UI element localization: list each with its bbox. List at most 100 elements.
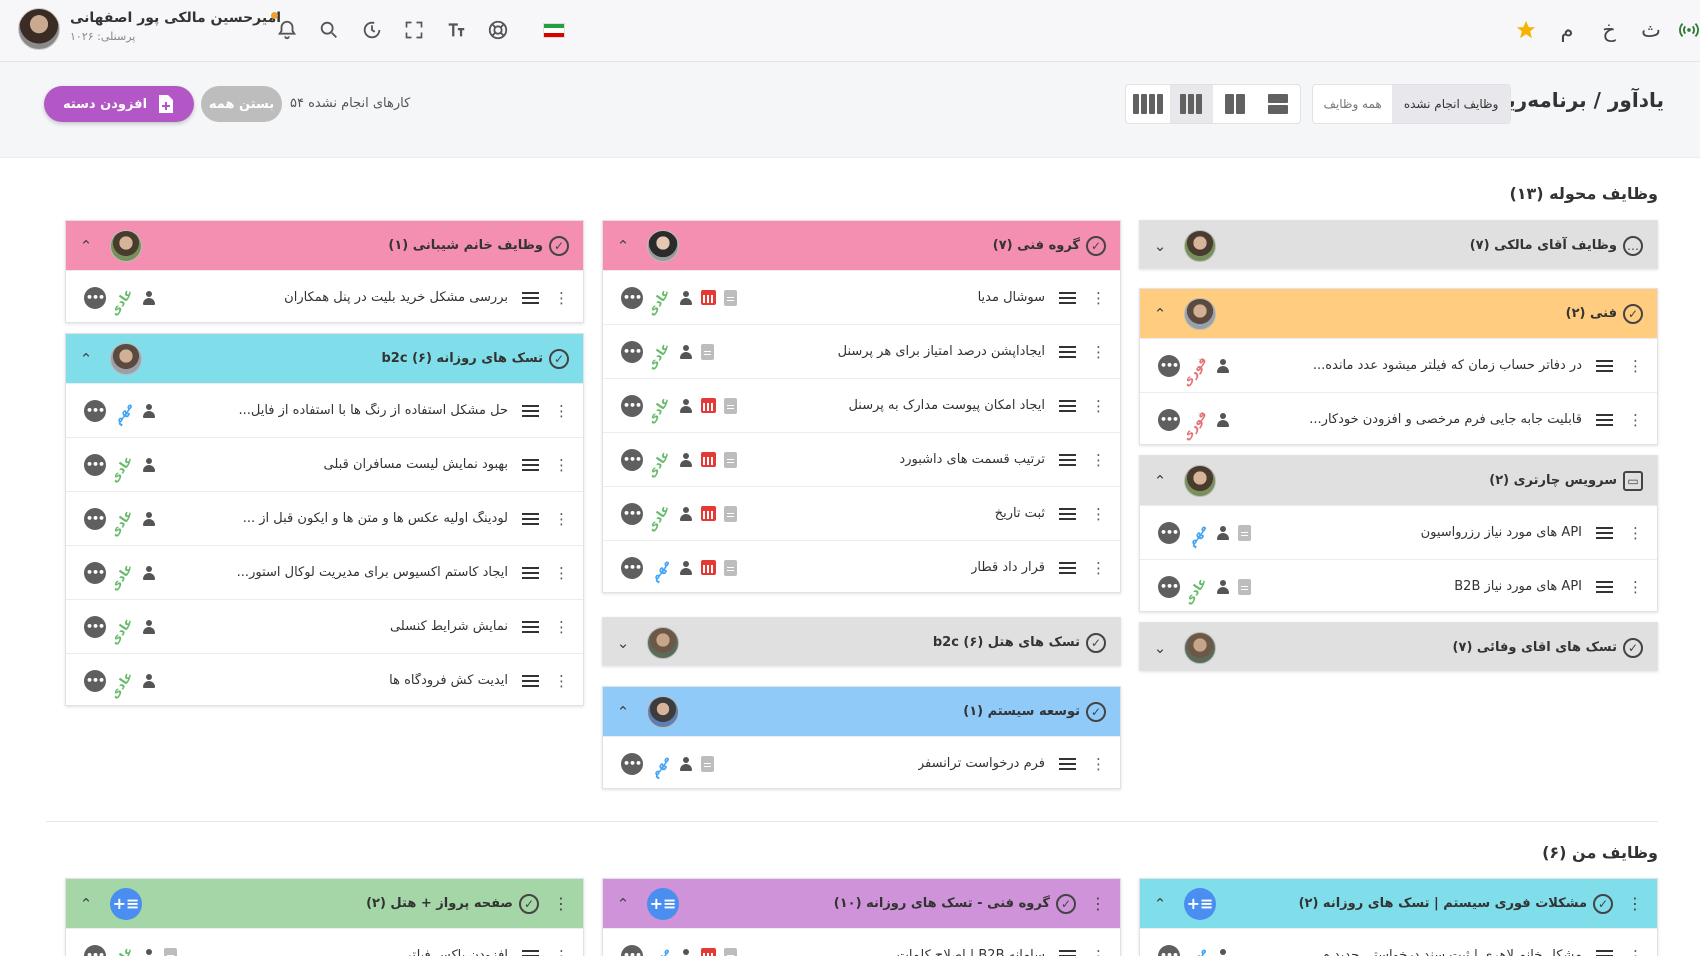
letter-shortcut-m[interactable]: م	[1553, 16, 1581, 44]
drag-handle-icon[interactable]	[522, 291, 539, 304]
person-icon[interactable]	[679, 290, 693, 305]
avatar[interactable]	[1184, 297, 1216, 330]
person-icon[interactable]	[142, 619, 156, 634]
iran-flag-icon[interactable]	[543, 23, 565, 38]
kebab-icon[interactable]: ⋮	[554, 456, 569, 474]
task-group-header[interactable]: ⋮ ✓ مشکلات فوری سیستم | تسک های روزانه (۲)…	[1140, 879, 1657, 928]
calendar-icon[interactable]	[701, 948, 716, 956]
drag-handle-icon[interactable]	[522, 620, 539, 633]
document-icon[interactable]	[724, 289, 737, 306]
task-title[interactable]: نمایش شرایط کنسلی	[390, 619, 508, 634]
drag-handle-icon[interactable]	[1059, 757, 1076, 770]
chevron-up-icon[interactable]: ⌃	[78, 895, 94, 913]
chevron-up-icon[interactable]: ⌃	[1152, 305, 1168, 323]
kebab-icon[interactable]: ⋮	[1628, 411, 1643, 429]
signal-icon[interactable]	[1678, 16, 1700, 44]
drag-handle-icon[interactable]	[522, 512, 539, 525]
task-title[interactable]: API های مورد نیاز B2B	[1454, 579, 1582, 594]
more-icon[interactable]: •••	[84, 669, 106, 692]
task-title[interactable]: ثبت تاریخ	[995, 506, 1045, 521]
task-row[interactable]: ⋮ قابلیت جابه جایی فرم مرخصی و افزودن خود…	[1140, 392, 1657, 444]
person-icon[interactable]	[679, 560, 693, 575]
avatar[interactable]	[110, 342, 142, 375]
task-row[interactable]: ⋮ لودینگ اولیه عکس ها و متن ها و ایکون قب…	[66, 491, 583, 545]
task-row[interactable]: ⋮ ثبت تاریخ عادی •••	[603, 486, 1120, 540]
kebab-icon[interactable]: ⋮	[554, 618, 569, 636]
more-icon[interactable]: •••	[1158, 944, 1180, 956]
text-size-icon[interactable]	[442, 16, 470, 44]
more-icon[interactable]: •••	[1158, 521, 1180, 544]
star-icon[interactable]	[1512, 16, 1540, 44]
drag-handle-icon[interactable]	[1059, 507, 1076, 520]
drag-handle-icon[interactable]	[522, 458, 539, 471]
drag-handle-icon[interactable]	[1059, 345, 1076, 358]
kebab-icon[interactable]: ⋮	[1627, 894, 1643, 913]
more-icon[interactable]: •••	[84, 453, 106, 476]
layout-2-columns[interactable]	[1213, 85, 1257, 123]
letter-shortcut-th[interactable]: ث	[1637, 16, 1665, 44]
document-icon[interactable]	[164, 947, 177, 956]
kebab-icon[interactable]: ⋮	[1091, 451, 1106, 469]
chevron-up-icon[interactable]: ⌃	[1152, 472, 1168, 490]
kebab-icon[interactable]: ⋮	[553, 894, 569, 913]
more-icon[interactable]: •••	[1158, 354, 1180, 377]
drag-handle-icon[interactable]	[1596, 413, 1613, 426]
calendar-icon[interactable]	[701, 452, 716, 467]
calendar-icon[interactable]	[701, 506, 716, 521]
more-icon[interactable]: •••	[621, 394, 643, 417]
more-icon[interactable]: •••	[621, 752, 643, 775]
person-icon[interactable]	[142, 565, 156, 580]
task-row[interactable]: ⋮ ایجاد کاستم اکسیوس برای مدیریت لوکال اس…	[66, 545, 583, 599]
kebab-icon[interactable]: ⋮	[1628, 357, 1643, 375]
person-icon[interactable]	[679, 452, 693, 467]
chevron-down-icon[interactable]: ⌄	[615, 634, 631, 652]
avatar[interactable]	[647, 626, 679, 659]
chevron-up-icon[interactable]: ⌃	[1152, 895, 1168, 913]
more-icon[interactable]: •••	[84, 507, 106, 530]
person-icon[interactable]	[1216, 948, 1230, 956]
document-icon[interactable]	[1238, 524, 1251, 541]
person-icon[interactable]	[679, 344, 693, 359]
task-row[interactable]: ⋮ API های مورد نیاز B2B عادی •••	[1140, 559, 1657, 611]
drag-handle-icon[interactable]	[1596, 359, 1613, 372]
more-icon[interactable]: •••	[621, 556, 643, 579]
playlist-add-icon[interactable]: ≡+	[647, 887, 679, 920]
kebab-icon[interactable]: ⋮	[1091, 289, 1106, 307]
task-row[interactable]: ⋮ ایدیت کش فرودگاه ها عادی •••	[66, 653, 583, 705]
person-icon[interactable]	[679, 398, 693, 413]
avatar[interactable]	[1184, 229, 1216, 262]
task-row[interactable]: ⋮ در دفاتر حساب زمان که فیلتر میشود عدد م…	[1140, 338, 1657, 392]
document-icon[interactable]	[724, 947, 737, 956]
chevron-up-icon[interactable]: ⌃	[78, 237, 94, 255]
task-title[interactable]: فرم درخواست ترانسفر	[918, 756, 1045, 771]
task-group-header[interactable]: ⋮ ✓ گروه فنی - تسک های روزانه (۱۰) ≡+ ⌃	[603, 879, 1120, 928]
drag-handle-icon[interactable]	[522, 674, 539, 687]
user-avatar[interactable]	[18, 8, 60, 50]
task-row[interactable]: ⋮ حل مشکل استفاده از رنگ ها با استفاده از…	[66, 383, 583, 437]
task-title[interactable]: افزودن باکس فیلتر	[405, 948, 508, 956]
task-title[interactable]: ایجاد امکان پیوست مدارک به پرسنل	[848, 398, 1045, 413]
support-icon[interactable]	[484, 16, 512, 44]
letter-shortcut-kh[interactable]: خ	[1595, 16, 1623, 44]
drag-handle-icon[interactable]	[1059, 453, 1076, 466]
chevron-up-icon[interactable]: ⌃	[615, 895, 631, 913]
more-icon[interactable]: •••	[1158, 408, 1180, 431]
task-row[interactable]: ⋮ قرار داد قطار مهم •••	[603, 540, 1120, 592]
kebab-icon[interactable]: ⋮	[554, 564, 569, 582]
layout-3-columns[interactable]	[1169, 85, 1213, 123]
more-icon[interactable]: •••	[84, 944, 106, 956]
person-icon[interactable]	[142, 673, 156, 688]
layout-4-columns[interactable]	[1126, 85, 1170, 123]
document-icon[interactable]	[724, 505, 737, 522]
playlist-add-icon[interactable]: ≡+	[110, 887, 142, 920]
avatar[interactable]	[647, 229, 679, 262]
drag-handle-icon[interactable]	[1059, 949, 1076, 956]
task-title[interactable]: لودینگ اولیه عکس ها و متن ها و ایکون قبل…	[243, 511, 508, 526]
more-icon[interactable]: •••	[84, 561, 106, 584]
task-title[interactable]: قابلیت جابه جایی فرم مرخصی و افزودن خودک…	[1309, 412, 1582, 427]
calendar-icon[interactable]	[701, 560, 716, 575]
task-row[interactable]: ⋮ سامانه B2B | اصلاح کلمات مهم •••	[603, 928, 1120, 956]
kebab-icon[interactable]: ⋮	[1091, 559, 1106, 577]
drag-handle-icon[interactable]	[522, 566, 539, 579]
drag-handle-icon[interactable]	[1596, 949, 1613, 956]
